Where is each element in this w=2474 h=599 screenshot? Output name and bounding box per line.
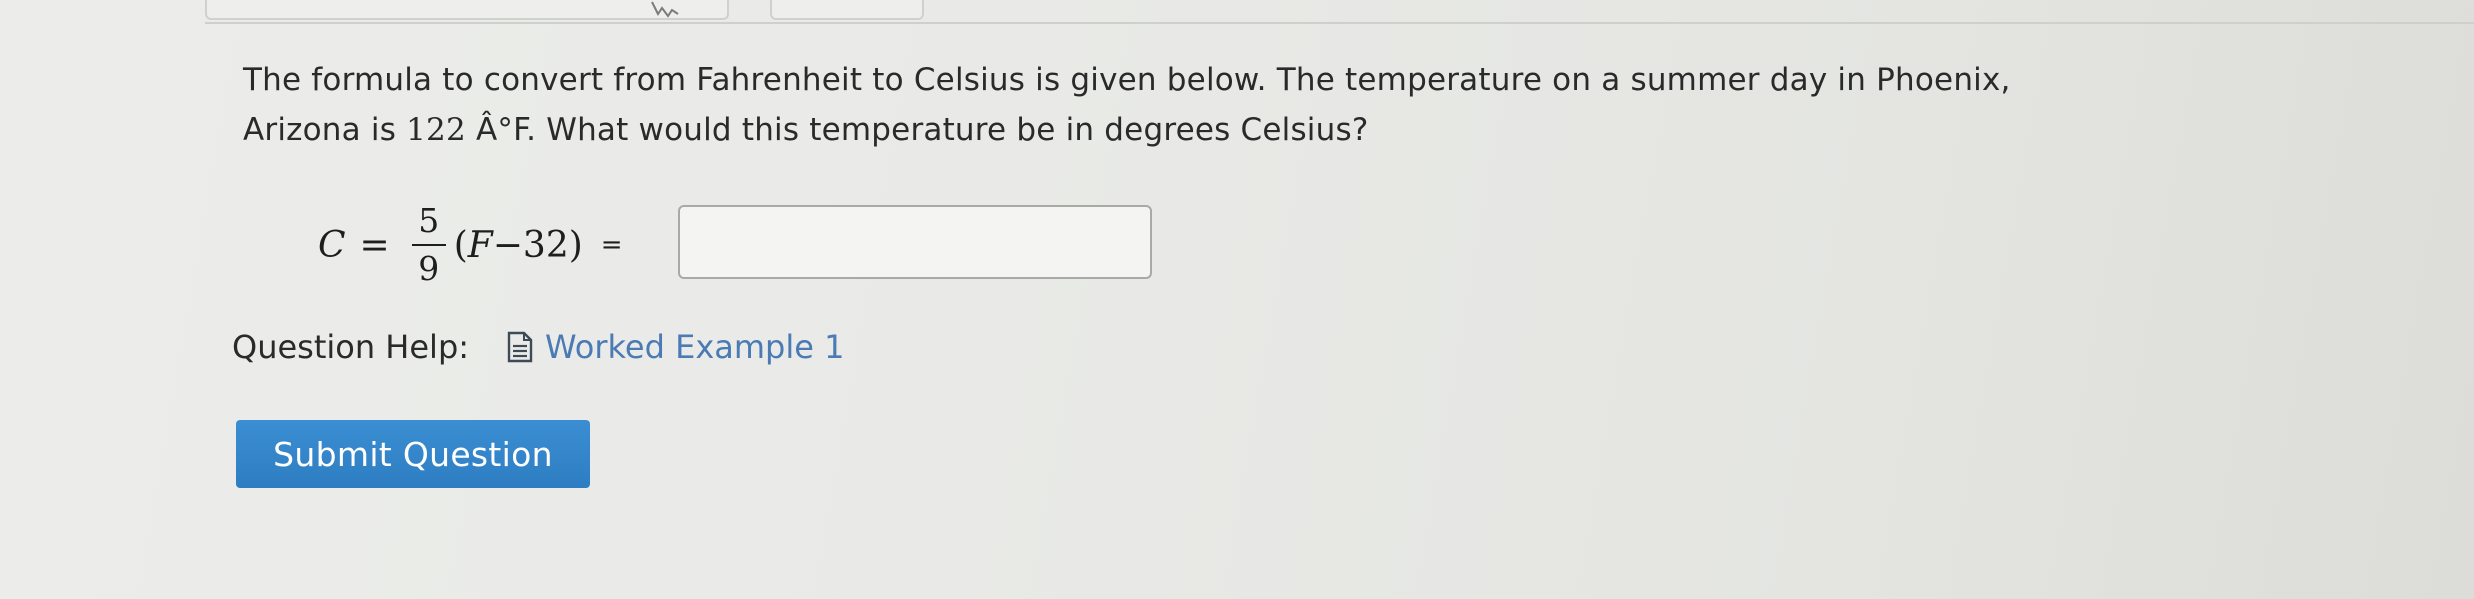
- submit-question-button[interactable]: Submit Question: [236, 420, 590, 488]
- top-tab-middle: [770, 0, 924, 20]
- temperature-value: 122: [406, 112, 466, 148]
- fraction-numerator: 5: [418, 201, 440, 240]
- conversion-formula: C = 5 9 ( F − 32 ) =: [318, 190, 637, 300]
- formula-open-paren: (: [453, 224, 468, 266]
- answer-input[interactable]: [678, 205, 1152, 279]
- formula-lhs: C: [318, 224, 346, 266]
- formula-equals: =: [359, 224, 390, 266]
- fraction-denominator: 9: [418, 249, 440, 288]
- fraction-bar: [411, 244, 446, 246]
- worked-example-link[interactable]: Worked Example 1: [545, 328, 844, 366]
- cursor-icon: [651, 1, 679, 18]
- formula-minus: −: [492, 224, 523, 266]
- question-help: Question Help: Worked Example 1: [232, 328, 844, 366]
- question-text: The formula to convert from Fahrenheit t…: [243, 55, 2043, 155]
- formula-close-paren: ): [568, 224, 583, 266]
- formula-constant: 32: [522, 224, 569, 266]
- top-divider: [205, 22, 2474, 24]
- document-icon[interactable]: [507, 331, 533, 363]
- question-text-after: Â°F. What would this temperature be in d…: [465, 112, 1369, 148]
- question-help-label: Question Help:: [232, 328, 470, 366]
- formula-variable: F: [467, 224, 493, 266]
- formula-fraction: 5 9: [411, 201, 446, 289]
- formula-trailing-equals: =: [600, 230, 623, 260]
